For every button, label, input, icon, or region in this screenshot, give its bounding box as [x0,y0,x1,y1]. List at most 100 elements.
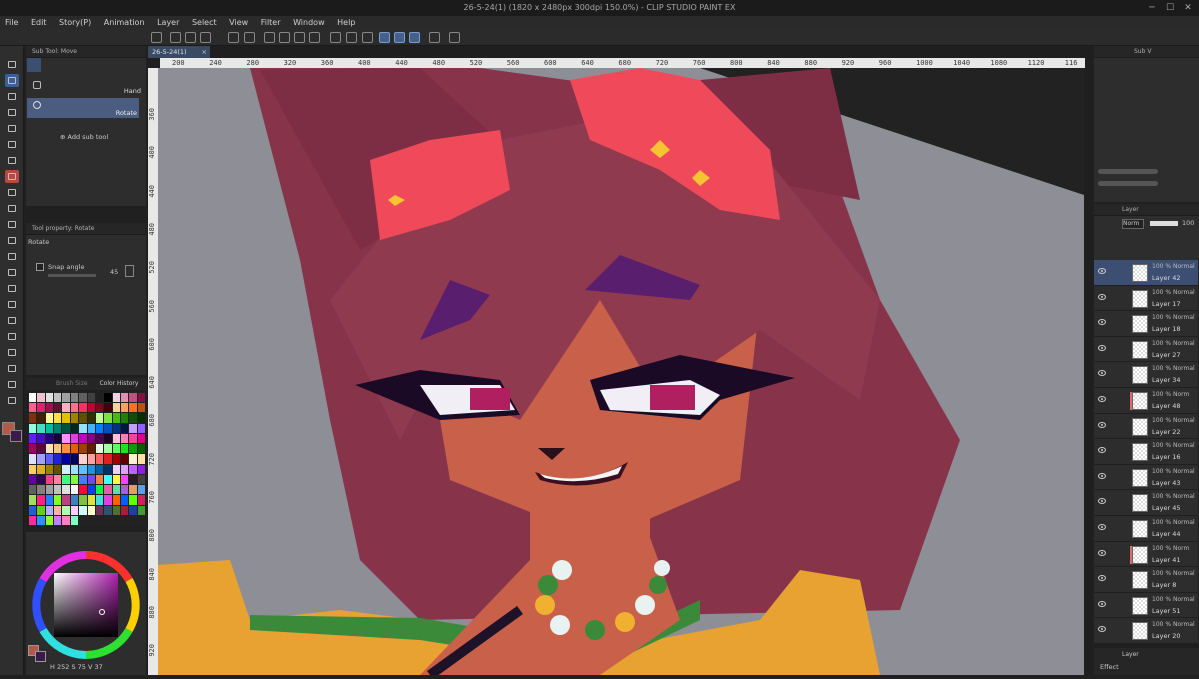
palette-swatch[interactable] [62,444,70,454]
palette-swatch[interactable] [129,474,137,485]
palette-swatch[interactable] [62,454,70,464]
text-tool-icon[interactable] [5,362,19,375]
palette-swatch[interactable] [29,505,37,515]
undo-icon[interactable] [228,32,239,43]
palette-swatch[interactable] [62,485,70,495]
gradient-tool-icon[interactable] [5,298,19,311]
pen-tool-icon[interactable] [5,170,19,183]
palette-swatch[interactable] [120,444,129,454]
palette-swatch[interactable] [137,423,145,433]
palette-swatch[interactable] [62,515,70,525]
layer-row[interactable]: 100 % Norm Layer 48 [1094,388,1198,414]
menu-file[interactable]: File [0,16,23,30]
palette-swatch[interactable] [37,464,45,474]
eye-icon[interactable] [1098,549,1106,556]
palette-swatch[interactable] [95,413,104,423]
palette-swatch[interactable] [70,474,79,485]
palette-swatch[interactable] [70,413,79,423]
palette-swatch[interactable] [129,485,137,495]
palette-swatch[interactable] [129,495,137,505]
palette-swatch[interactable] [87,495,95,505]
eraser-tool-icon[interactable] [5,250,19,263]
palette-swatch[interactable] [120,464,129,474]
menu-story[interactable]: Story(P) [54,16,96,30]
palette-swatch[interactable] [70,464,79,474]
palette-swatch[interactable] [95,464,104,474]
palette-swatch[interactable] [29,444,37,454]
snap-angle-checkbox[interactable] [36,263,44,271]
menu-layer[interactable]: Layer [152,16,184,30]
palette-swatch[interactable] [137,485,145,495]
palette-swatch[interactable] [29,393,37,403]
palette-swatch[interactable] [54,423,62,433]
palette-swatch[interactable] [37,505,45,515]
palette-swatch[interactable] [87,454,95,464]
layer-row[interactable]: 100 % Normal Layer 51 [1094,592,1198,619]
palette-swatch[interactable] [54,393,62,403]
palette-swatch[interactable] [120,495,129,505]
opacity-slider[interactable] [1150,221,1178,226]
palette-swatch[interactable] [70,403,79,413]
palette-swatch[interactable] [45,515,54,525]
palette-swatch[interactable] [79,485,87,495]
palette-swatch[interactable] [62,393,70,403]
add-subtool-button[interactable]: ⊕ Add sub tool [60,133,108,141]
layer-row[interactable]: 100 % Norm Layer 41 [1094,541,1198,568]
layer-row[interactable]: 100 % Normal Layer 17 [1094,285,1198,312]
palette-swatch[interactable] [137,474,145,485]
palette-swatch[interactable] [45,433,54,444]
palette-swatch[interactable] [79,464,87,474]
palette-swatch[interactable] [37,485,45,495]
tab-color-history[interactable]: Color History [99,380,138,387]
save-icon[interactable] [200,32,211,43]
palette-swatch[interactable] [95,505,104,515]
palette-swatch[interactable] [79,433,87,444]
help-icon[interactable] [449,32,460,43]
palette-swatch[interactable] [62,474,70,485]
palette-swatch[interactable] [112,464,120,474]
layer-row[interactable]: 100 % Normal Layer 34 [1094,362,1198,388]
clear-icon[interactable] [264,32,275,43]
palette-swatch[interactable] [137,444,145,454]
palette-swatch[interactable] [104,485,112,495]
snap-special-ruler-icon[interactable] [394,32,405,43]
eye-icon[interactable] [1098,447,1106,454]
eye-icon[interactable] [1098,524,1106,530]
palette-swatch[interactable] [79,423,87,433]
palette-swatch[interactable] [87,403,95,413]
eye-icon[interactable] [1098,626,1106,633]
palette-swatch[interactable] [54,495,62,505]
close-icon[interactable]: ✕ [1179,0,1197,16]
navigator-rotate-slider[interactable] [1098,181,1158,186]
layer-row[interactable]: 100 % Normal Layer 43 [1094,464,1198,491]
invert-icon[interactable] [346,32,357,43]
palette-swatch[interactable] [29,474,37,485]
eyedropper-tool-icon[interactable] [5,154,19,167]
eye-icon[interactable] [1098,370,1106,377]
crop-icon[interactable] [309,32,320,43]
palette-swatch[interactable] [45,423,54,433]
palette-swatch[interactable] [95,454,104,464]
palette-swatch[interactable] [112,444,120,454]
fill-icon[interactable] [279,32,290,43]
palette-swatch[interactable] [79,474,87,485]
palette-swatch[interactable] [70,485,79,495]
brush-tool-icon[interactable] [5,202,19,215]
selection-area-icon[interactable] [362,32,373,43]
palette-swatch[interactable] [112,393,120,403]
palette-swatch[interactable] [29,413,37,423]
palette-swatch[interactable] [45,413,54,423]
palette-swatch[interactable] [70,423,79,433]
palette-swatch[interactable] [62,433,70,444]
palette-swatch[interactable] [129,444,137,454]
balloon-tool-icon[interactable] [5,378,19,391]
canvas-area[interactable] [148,46,1092,675]
new-icon[interactable] [170,32,181,43]
palette-swatch[interactable] [95,485,104,495]
palette-swatch[interactable] [112,403,120,413]
palette-swatch[interactable] [120,474,129,485]
palette-swatch[interactable] [95,474,104,485]
palette-swatch[interactable] [129,403,137,413]
palette-swatch[interactable] [104,433,112,444]
move-tool-icon[interactable] [5,74,19,87]
